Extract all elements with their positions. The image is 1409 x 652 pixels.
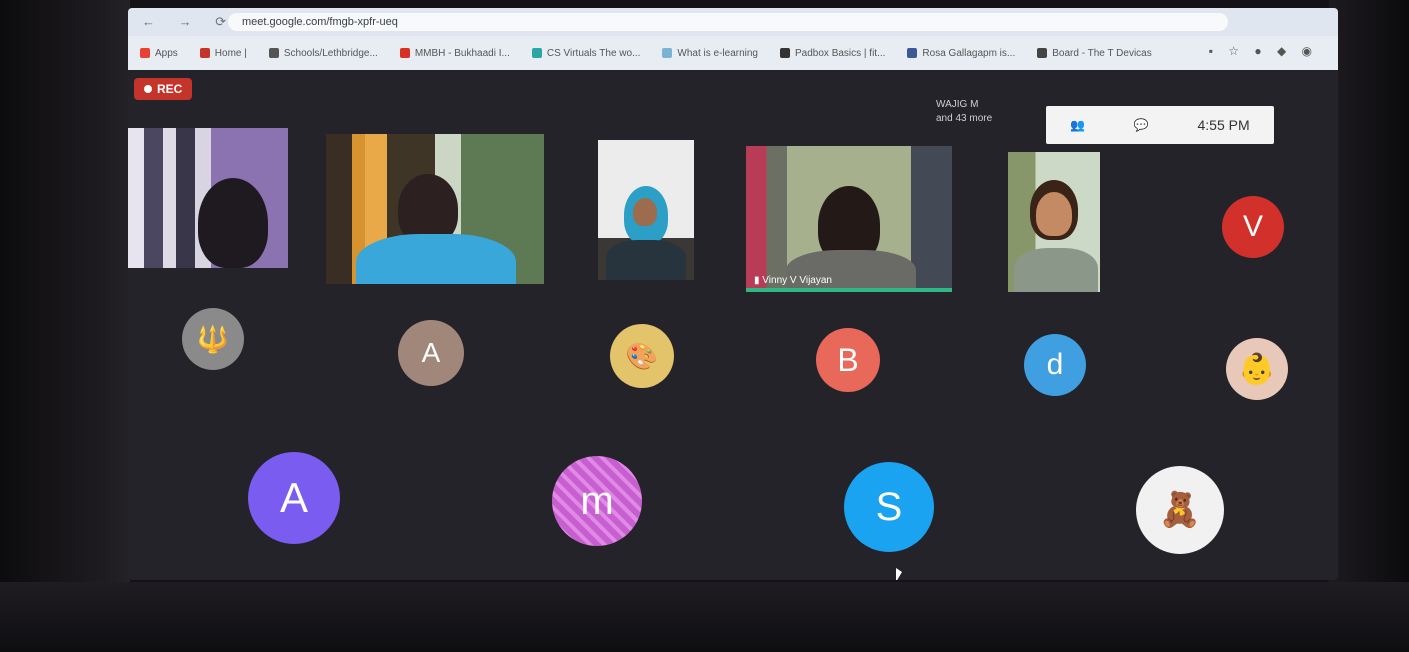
video-tile[interactable] — [128, 128, 288, 268]
art-icon: 🎨 — [625, 340, 659, 371]
browser-toolbar: ← → ⟳ meet.google.com/fmgb-xpfr-ueq — [128, 8, 1338, 36]
avatar-initial: B — [837, 341, 859, 378]
speaker-name: Vinny V Vijayan — [762, 275, 832, 286]
address-bar[interactable]: meet.google.com/fmgb-xpfr-ueq — [228, 13, 1228, 31]
bookmark-icon — [199, 48, 210, 58]
participant-face — [633, 198, 657, 226]
recording-label: REC — [157, 82, 183, 96]
participant-avatar[interactable]: 🎨 — [610, 324, 674, 388]
bookmark-label: MMBH - Bukhaadi I... — [414, 47, 510, 59]
audio-level-icon: ▮ — [754, 275, 760, 286]
active-speaker-tile[interactable]: ▮ Vinny V Vijayan — [746, 146, 952, 292]
bookmark-icon — [268, 48, 279, 58]
monitor-bezel-left — [0, 0, 130, 652]
participant-avatar[interactable]: S — [844, 462, 934, 552]
participant-silhouette — [198, 178, 268, 268]
monitor-bezel-right — [1329, 0, 1409, 652]
chat-icon[interactable]: 💬 — [1134, 118, 1149, 132]
bookmark-icon — [1037, 48, 1048, 58]
bookmark-board[interactable]: Board - The T Devicas — [1037, 48, 1152, 59]
bookmark-elearning[interactable]: What is e-learning — [662, 48, 758, 59]
video-tile[interactable] — [598, 140, 694, 280]
participant-shirt — [356, 234, 516, 284]
overflow-name: WAJIG M — [936, 99, 979, 110]
bookmark-icon — [140, 48, 150, 58]
bookmark-rosa[interactable]: Rosa Gallagapm is... — [907, 48, 1015, 59]
participant-avatar[interactable]: 🧸 — [1136, 466, 1224, 554]
overflow-count: and 43 more — [936, 113, 993, 124]
participant-avatar[interactable]: V — [1222, 196, 1284, 258]
bookmark-label: Board - The T Devicas — [1052, 47, 1152, 59]
active-speaker-indicator — [746, 288, 952, 292]
extension-icons[interactable]: ▪ ☆ ● ◆ ◉ — [1209, 44, 1318, 58]
monitor-bezel-bottom — [0, 582, 1409, 652]
bookmark-mmbh[interactable]: MMBH - Bukhaadi I... — [399, 47, 510, 59]
video-tile[interactable] — [326, 134, 544, 284]
bookmark-icon — [907, 48, 918, 58]
meeting-controls-panel: 👥 💬 4:55 PM — [1046, 106, 1274, 144]
nav-buttons[interactable]: ← → ⟳ — [142, 14, 236, 30]
baby-icon: 👶 — [1238, 352, 1276, 386]
video-tile[interactable] — [1008, 152, 1100, 292]
participant-avatar[interactable]: 🔱 — [182, 308, 244, 370]
participant-avatar[interactable]: d — [1024, 334, 1086, 396]
bookmark-label: Rosa Gallagapm is... — [922, 47, 1016, 59]
bookmark-label: Apps — [155, 47, 178, 59]
bookmark-schools[interactable]: Schools/Lethbridge... — [268, 47, 378, 59]
bookmark-label: CS Virtuals The wo... — [546, 47, 641, 59]
figure-icon: 🧸 — [1158, 491, 1202, 529]
participant-face — [1036, 192, 1072, 236]
avatar-initial: A — [279, 474, 308, 521]
participant-avatar[interactable]: B — [816, 328, 880, 392]
overflow-participants[interactable]: WAJIG M and 43 more — [936, 98, 992, 126]
avatar-initial: m — [580, 478, 614, 523]
trident-icon: 🔱 — [196, 323, 230, 354]
participants-icon[interactable]: 👥 — [1070, 118, 1085, 132]
bookmark-padbox[interactable]: Padbox Basics | fit... — [780, 48, 885, 59]
participant-avatar[interactable]: 👶 — [1226, 338, 1288, 400]
bookmark-label: What is e-learning — [677, 47, 758, 59]
record-dot-icon — [144, 85, 152, 93]
mouse-cursor-icon — [896, 568, 902, 580]
avatar-initial: A — [421, 337, 441, 368]
bookmark-home[interactable]: Home | — [199, 47, 247, 59]
bookmarks-bar: Apps Home | Schools/Lethbridge... MMBH -… — [128, 36, 1338, 70]
avatar-initial: d — [1046, 348, 1064, 381]
bookmark-label: Schools/Lethbridge... — [283, 47, 378, 59]
bookmark-label: Padbox Basics | fit... — [795, 47, 886, 59]
clock-time: 4:55 PM — [1197, 117, 1250, 133]
participant-avatar[interactable]: m — [552, 456, 642, 546]
bookmark-apps[interactable]: Apps — [140, 48, 178, 59]
participant-shirt — [1014, 248, 1098, 292]
recording-badge: REC — [134, 78, 193, 100]
bookmark-cs-virtuals[interactable]: CS Virtuals The wo... — [531, 47, 641, 59]
bookmark-icon — [662, 48, 673, 58]
bookmark-icon — [780, 48, 790, 58]
avatar-initial: S — [875, 484, 903, 529]
participant-avatar[interactable]: A — [248, 452, 340, 544]
avatar-initial: V — [1242, 210, 1263, 243]
meeting-grid: REC WAJIG M and 43 more 👥 💬 4:55 PM ▮ Vi… — [128, 70, 1338, 580]
browser-window: ← → ⟳ meet.google.com/fmgb-xpfr-ueq Apps… — [128, 8, 1338, 580]
participant-avatar[interactable]: A — [398, 320, 464, 386]
bookmark-icon — [531, 48, 542, 58]
bookmark-icon — [399, 48, 410, 58]
speaker-name-chip: ▮ Vinny V Vijayan — [754, 275, 832, 286]
participant-shirt — [606, 240, 686, 280]
bookmark-label: Home | — [214, 47, 247, 59]
